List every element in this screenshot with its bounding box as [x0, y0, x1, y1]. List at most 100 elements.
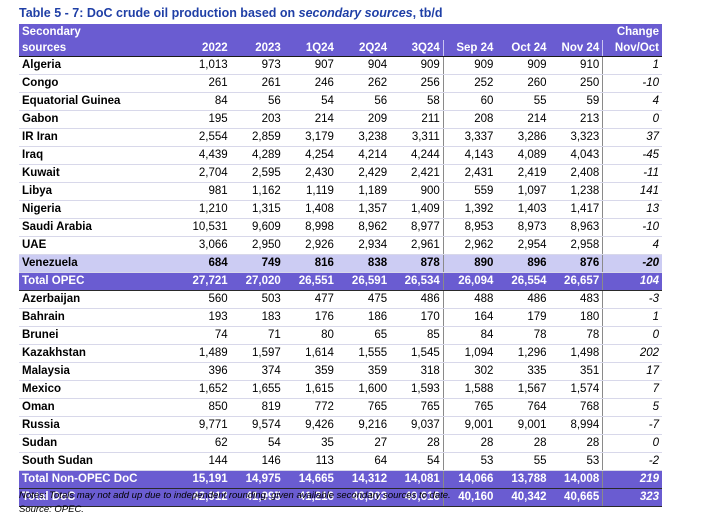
cell-change: -20	[602, 254, 662, 273]
cell-value: 819	[230, 398, 284, 417]
cell-value: 54	[230, 434, 284, 453]
title-text: Table 5 - 7: DoC crude oil production ba…	[19, 6, 299, 20]
cell-value: 1,545	[390, 344, 444, 363]
cell-value: 1,119	[283, 182, 337, 201]
row-label: Brunei	[19, 326, 178, 345]
cell-value: 1,357	[336, 200, 391, 219]
column-header: Nov 24	[549, 40, 603, 57]
cell-value: 176	[283, 308, 337, 327]
cell-value: 35	[283, 434, 337, 453]
cell-value: 9,609	[230, 218, 284, 237]
cell-value: 78	[549, 326, 603, 345]
cell-value: 146	[230, 452, 284, 471]
column-header: Sep 24	[442, 40, 497, 57]
table-row: Brunei 74 71 80 65 85 84 78 78 0	[19, 326, 662, 345]
row-label: Russia	[19, 416, 178, 435]
row-label: South Sudan	[19, 452, 178, 471]
cell-value: 26,657	[549, 272, 603, 291]
column-header: 2022	[177, 40, 231, 57]
cell-value: 71	[230, 326, 284, 345]
cell-value: 909	[442, 56, 497, 75]
cell-value: 503	[230, 290, 284, 309]
cell-change: 219	[602, 470, 662, 489]
cell-value: 2,962	[442, 236, 497, 255]
cell-value: 3,179	[283, 128, 337, 147]
cell-value: 144	[177, 452, 231, 471]
table-row: Oman 850 819 772 765 765 765 764 768 5	[19, 398, 662, 417]
cell-change: 4	[602, 236, 662, 255]
column-header: 2023	[230, 40, 284, 57]
row-label: Malaysia	[19, 362, 178, 381]
cell-value: 4,289	[230, 146, 284, 165]
notes-line: Notes: Totals may not add up due to inde…	[19, 490, 451, 501]
cell-value: 1,498	[549, 344, 603, 363]
cell-value: 3,238	[336, 128, 391, 147]
table-row: Venezuela 684 749 816 838 878 890 896 876 -20	[19, 254, 662, 273]
cell-value: 2,554	[177, 128, 231, 147]
cell-value: 54	[390, 452, 444, 471]
cell-value: 59	[549, 92, 603, 111]
row-label: IR Iran	[19, 128, 178, 147]
cell-change: -3	[602, 290, 662, 309]
cell-value: 26,094	[442, 272, 497, 291]
cell-value: 1,189	[336, 182, 391, 201]
cell-value: 262	[336, 74, 391, 93]
cell-value: 27	[336, 434, 391, 453]
header-label-line2: sources	[19, 40, 178, 57]
cell-value: 335	[496, 362, 550, 381]
cell-change: 0	[602, 434, 662, 453]
table-row: Iraq 4,439 4,289 4,254 4,214 4,244 4,143 4,089 4…	[19, 146, 662, 165]
table-row: Malaysia 396 374 359 359 318 302 335 351 17	[19, 362, 662, 381]
production-table: Secondary Change sources 2022 2023 1Q24 2Q2…	[19, 24, 662, 507]
table-row: IR Iran 2,554 2,859 3,179 3,238 3,311 3,337 3,2…	[19, 128, 662, 147]
cell-value: 8,998	[283, 218, 337, 237]
cell-value: 54	[283, 92, 337, 111]
cell-value: 1,567	[496, 380, 550, 399]
cell-value: 359	[336, 362, 391, 381]
cell-change: 5	[602, 398, 662, 417]
cell-value: 164	[442, 308, 497, 327]
row-label: Libya	[19, 182, 178, 201]
row-label: Sudan	[19, 434, 178, 453]
cell-value: 60	[442, 92, 497, 111]
cell-value: 2,421	[390, 164, 444, 183]
cell-value: 28	[549, 434, 603, 453]
cell-value: 84	[177, 92, 231, 111]
table-row: South Sudan 144 146 113 64 54 53 55 53 -2	[19, 452, 662, 471]
row-label: Mexico	[19, 380, 178, 399]
cell-value: 4,143	[442, 146, 497, 165]
cell-change: 202	[602, 344, 662, 363]
row-label: Congo	[19, 74, 178, 93]
cell-value: 1,097	[496, 182, 550, 201]
total-row: Total Non-OPEC DoC 15,191 14,975 14,665 14,3…	[19, 470, 662, 489]
row-label: Algeria	[19, 56, 178, 75]
cell-value: 85	[390, 326, 444, 345]
cell-change: 37	[602, 128, 662, 147]
cell-value: 15,191	[177, 470, 231, 489]
cell-value: 2,954	[496, 236, 550, 255]
table-row: Equatorial Guinea 84 56 54 56 58 60 55 59 4	[19, 92, 662, 111]
cell-value: 183	[230, 308, 284, 327]
cell-value: 193	[177, 308, 231, 327]
row-label: UAE	[19, 236, 178, 255]
row-label: Equatorial Guinea	[19, 92, 178, 111]
table-notes: Notes: Totals may not add up due to inde…	[19, 489, 451, 517]
cell-value: 876	[549, 254, 603, 273]
cell-value: 910	[549, 56, 603, 75]
cell-value: 1,315	[230, 200, 284, 219]
table-row: Algeria 1,013 973 907 904 909 909 909 910 1	[19, 56, 662, 75]
cell-value: 1,417	[549, 200, 603, 219]
cell-value: 56	[230, 92, 284, 111]
header-label-line1: Secondary	[19, 24, 178, 40]
table-row: Mexico 1,652 1,655 1,615 1,600 1,593 1,588 1,56…	[19, 380, 662, 399]
cell-change: 17	[602, 362, 662, 381]
cell-value: 765	[390, 398, 444, 417]
row-label: Azerbaijan	[19, 290, 178, 309]
cell-value: 27,020	[230, 272, 284, 291]
cell-change: -45	[602, 146, 662, 165]
cell-value: 684	[177, 254, 231, 273]
cell-value: 40,342	[496, 488, 550, 507]
cell-value: 900	[390, 182, 444, 201]
cell-value: 483	[549, 290, 603, 309]
cell-value: 560	[177, 290, 231, 309]
